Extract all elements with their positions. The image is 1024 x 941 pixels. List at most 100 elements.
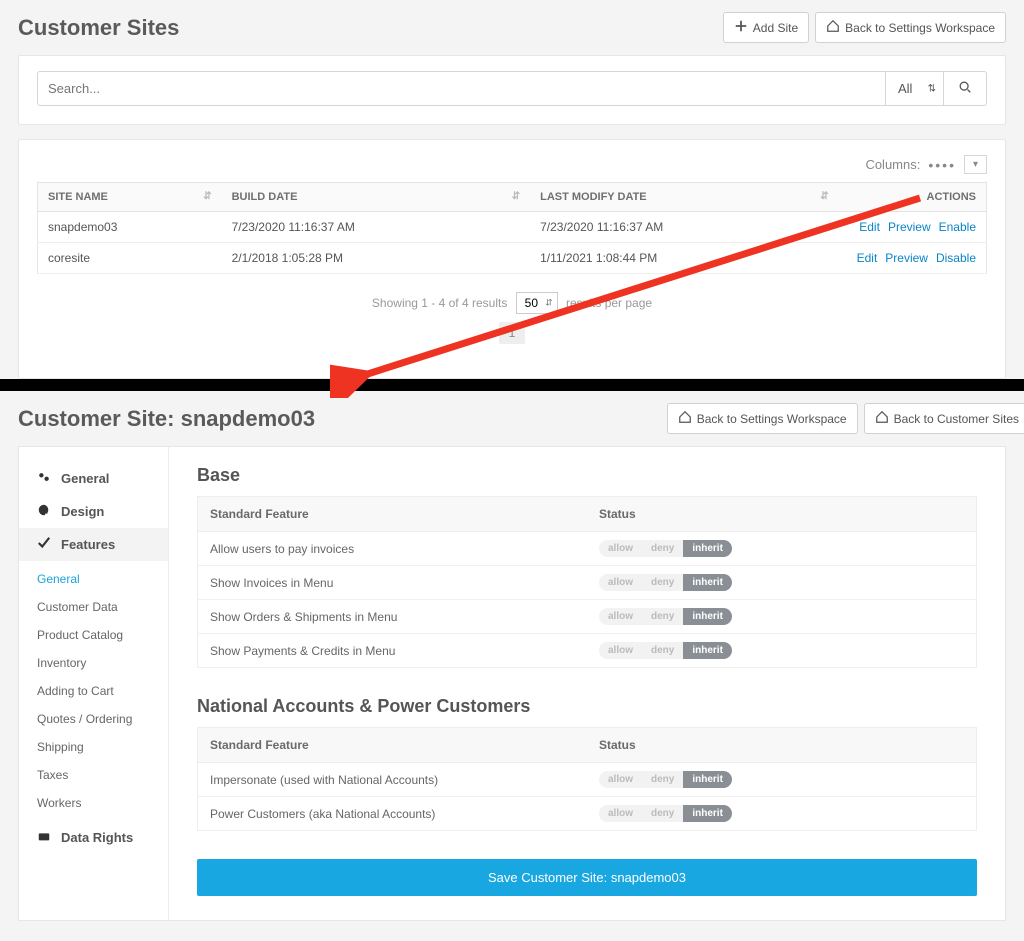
pill-deny[interactable]: deny	[642, 608, 683, 625]
pill-allow[interactable]: allow	[599, 642, 642, 659]
action-disable[interactable]: Disable	[936, 251, 976, 265]
back-workspace-button[interactable]: Back to Settings Workspace	[815, 12, 1006, 43]
pill-inherit[interactable]: inherit	[683, 608, 732, 625]
sidebar-item-data-rights[interactable]: Data Rights	[19, 821, 168, 854]
home-icon	[678, 410, 692, 427]
col-actions: ACTIONS	[927, 191, 977, 203]
back-workspace-button-2[interactable]: Back to Settings Workspace	[667, 403, 858, 434]
feature-row: Show Invoices in Menuallowdenyinherit	[198, 566, 977, 600]
sidebar-sub-general[interactable]: General	[19, 565, 168, 593]
cell-last-modify: 1/11/2021 1:08:44 PM	[530, 243, 838, 274]
feature-name: Show Payments & Credits in Menu	[198, 634, 588, 668]
pill-inherit[interactable]: inherit	[683, 805, 732, 822]
pill-inherit[interactable]: inherit	[683, 574, 732, 591]
col-build-date[interactable]: BUILD DATE	[232, 191, 298, 203]
search-filter-select[interactable]: All	[886, 71, 944, 106]
cell-build-date: 2/1/2018 1:05:28 PM	[222, 243, 530, 274]
search-button[interactable]	[944, 71, 987, 106]
pill-deny[interactable]: deny	[642, 642, 683, 659]
detail-page-title: Customer Site: snapdemo03	[18, 406, 315, 432]
pill-deny[interactable]: deny	[642, 805, 683, 822]
sidebar-sub-inventory[interactable]: Inventory	[19, 649, 168, 677]
pill-allow[interactable]: allow	[599, 771, 642, 788]
feature-status: allowdenyinherit	[587, 600, 977, 634]
back-customer-sites-label: Back to Customer Sites	[894, 412, 1019, 426]
action-enable[interactable]: Enable	[939, 220, 976, 234]
sidebar-item-design[interactable]: Design	[19, 495, 168, 528]
page-title: Customer Sites	[18, 15, 179, 41]
col-last-modify[interactable]: LAST MODIFY DATE	[540, 191, 647, 203]
status-toggle[interactable]: allowdenyinherit	[599, 771, 732, 788]
search-icon	[958, 82, 972, 97]
pill-inherit[interactable]: inherit	[683, 771, 732, 788]
sites-table: SITE NAME⇵ BUILD DATE⇵ LAST MODIFY DATE⇵…	[37, 182, 987, 274]
sidebar-item-features[interactable]: Features	[19, 528, 168, 561]
cell-site-name: snapdemo03	[38, 212, 222, 243]
status-toggle[interactable]: allowdenyinherit	[599, 642, 732, 659]
pill-inherit[interactable]: inherit	[683, 540, 732, 557]
cell-last-modify: 7/23/2020 11:16:37 AM	[530, 212, 838, 243]
pill-deny[interactable]: deny	[642, 574, 683, 591]
pill-allow[interactable]: allow	[599, 574, 642, 591]
caret-down-icon: ▾	[973, 159, 978, 170]
back-workspace-label: Back to Settings Workspace	[845, 21, 995, 35]
action-preview[interactable]: Preview	[885, 251, 928, 265]
columns-dropdown-button[interactable]: ▾	[964, 155, 987, 174]
columns-label: Columns:	[865, 157, 920, 172]
sidebar-item-label: General	[61, 471, 109, 486]
feature-row: Power Customers (aka National Accounts)a…	[198, 797, 977, 831]
action-edit[interactable]: Edit	[857, 251, 878, 265]
action-edit[interactable]: Edit	[859, 220, 880, 234]
feature-name: Impersonate (used with National Accounts…	[198, 763, 588, 797]
add-site-label: Add Site	[753, 21, 798, 35]
back-customer-sites-button[interactable]: Back to Customer Sites	[864, 403, 1024, 434]
pill-inherit[interactable]: inherit	[683, 642, 732, 659]
col-feature: Standard Feature	[198, 728, 588, 763]
pill-deny[interactable]: deny	[642, 771, 683, 788]
pill-deny[interactable]: deny	[642, 540, 683, 557]
pill-allow[interactable]: allow	[599, 608, 642, 625]
sidebar-sub-adding-to-cart[interactable]: Adding to Cart	[19, 677, 168, 705]
sidebar-item-general[interactable]: General	[19, 462, 168, 495]
action-preview[interactable]: Preview	[888, 220, 931, 234]
save-button[interactable]: Save Customer Site: snapdemo03	[197, 859, 977, 896]
status-toggle[interactable]: allowdenyinherit	[599, 608, 732, 625]
sort-icon: ⇵	[820, 191, 828, 202]
feature-status: allowdenyinherit	[587, 763, 977, 797]
sort-icon: ⇵	[203, 191, 211, 202]
sidebar-item-label: Design	[61, 504, 104, 519]
sidebar-sub-quotes-ordering[interactable]: Quotes / Ordering	[19, 705, 168, 733]
screenshot-divider	[0, 379, 1024, 391]
status-toggle[interactable]: allowdenyinherit	[599, 805, 732, 822]
feature-name: Show Orders & Shipments in Menu	[198, 600, 588, 634]
feature-status: allowdenyinherit	[587, 797, 977, 831]
sidebar-item-label: Data Rights	[61, 830, 133, 845]
sidebar-sub-product-catalog[interactable]: Product Catalog	[19, 621, 168, 649]
col-feature: Standard Feature	[198, 497, 588, 532]
page-number[interactable]: 1	[499, 322, 526, 344]
feature-status: allowdenyinherit	[587, 634, 977, 668]
detail-page-header: Customer Site: snapdemo03 Back to Settin…	[18, 403, 1024, 446]
pager-showing: Showing 1 - 4 of 4 results	[372, 296, 507, 310]
status-toggle[interactable]: allowdenyinherit	[599, 540, 732, 557]
sidebar-sub-taxes[interactable]: Taxes	[19, 761, 168, 789]
add-site-button[interactable]: Add Site	[723, 12, 809, 43]
pill-allow[interactable]: allow	[599, 805, 642, 822]
status-toggle[interactable]: allowdenyinherit	[599, 574, 732, 591]
check-icon	[37, 536, 51, 553]
sidebar-sub-customer-data[interactable]: Customer Data	[19, 593, 168, 621]
page-header: Customer Sites Add Site Back to Settings…	[18, 12, 1006, 55]
disk-icon	[37, 829, 51, 846]
home-icon	[875, 410, 889, 427]
sidebar-sub-shipping[interactable]: Shipping	[19, 733, 168, 761]
pill-allow[interactable]: allow	[599, 540, 642, 557]
pager: Showing 1 - 4 of 4 results 50 ⇵ results …	[37, 274, 987, 356]
section-title: National Accounts & Power Customers	[197, 696, 977, 717]
sidebar-sub-workers[interactable]: Workers	[19, 789, 168, 817]
sidebar: GeneralDesignFeatures GeneralCustomer Da…	[19, 447, 169, 920]
results-per-page-select[interactable]: 50	[516, 292, 558, 314]
feature-name: Allow users to pay invoices	[198, 532, 588, 566]
search-input[interactable]	[37, 71, 886, 106]
col-site-name[interactable]: SITE NAME	[48, 191, 108, 203]
pager-post: results per page	[566, 296, 652, 310]
